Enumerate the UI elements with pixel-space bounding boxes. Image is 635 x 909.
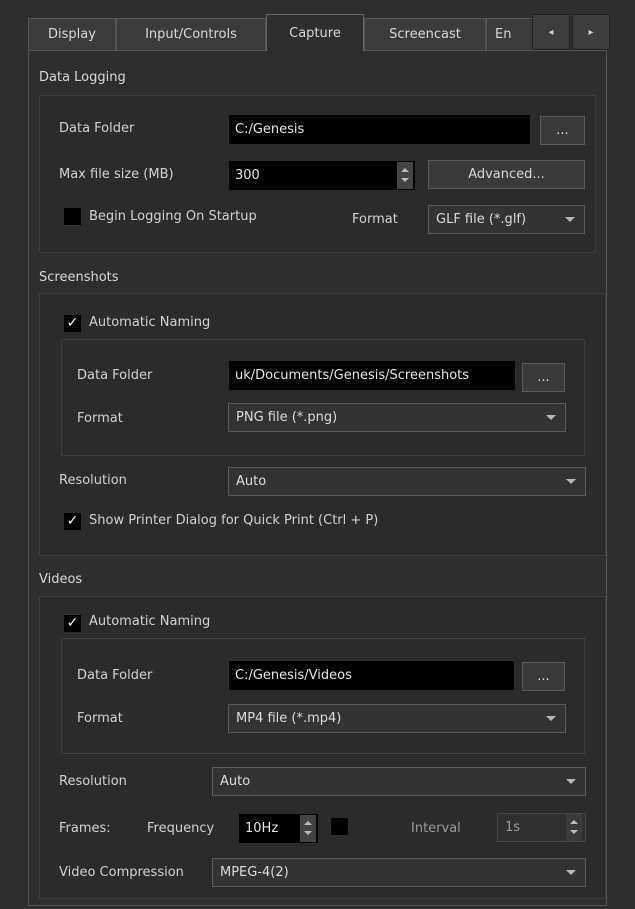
compression-value: MPEG-4(2) [220,865,289,880]
chevron-down-icon [546,415,556,420]
screenshots-auto-naming-checkbox[interactable]: ✓ [64,315,81,332]
videos-folder-input[interactable]: C:/Genesis/Videos [229,661,514,690]
data-logging-folder-input[interactable]: C:/Genesis [229,115,530,144]
tab-environment[interactable]: En [486,18,536,50]
format-value: MP4 file (*.mp4) [236,711,342,726]
chevron-down-icon [566,779,576,784]
begin-logging-checkbox[interactable] [64,208,81,225]
tab-scroll-right-button[interactable]: ▸ [572,14,610,50]
spin-down-icon [570,830,578,834]
data-logging-title: Data Logging [39,70,126,85]
videos-auto-naming-label: Automatic Naming [89,614,211,629]
video-compression-label: Video Compression [59,865,184,880]
interval-value: 1s [505,820,521,835]
tab-label: Capture [289,25,341,41]
videos-resolution-select[interactable]: Auto [212,767,586,796]
chevron-down-icon [546,716,556,721]
screenshots-browse-button[interactable]: ... [522,363,565,392]
resolution-value: Auto [236,474,267,489]
tab-screencast[interactable]: Screencast [364,18,486,50]
videos-format-select[interactable]: MP4 file (*.mp4) [228,704,566,733]
screenshots-auto-naming-label: Automatic Naming [89,315,211,330]
interval-label: Interval [411,821,461,836]
tab-scroll-left-button[interactable]: ◂ [532,14,570,50]
tab-input-controls[interactable]: Input/Controls [116,18,266,50]
interval-spinner[interactable] [566,814,582,841]
chevron-down-icon [566,479,576,484]
printer-dialog-label: Show Printer Dialog for Quick Print (Ctr… [89,513,379,528]
tab-label: Display [48,27,96,42]
video-compression-select[interactable]: MPEG-4(2) [212,858,586,887]
videos-folder-label: Data Folder [77,668,153,683]
screenshots-title: Screenshots [39,270,119,285]
data-logging-folder-label: Data Folder [59,121,135,136]
arrow-right-icon: ▸ [588,26,594,38]
videos-auto-naming-checkbox[interactable]: ✓ [64,615,81,632]
capture-settings-window: { "tabs": [ {"label": "Display"}, {"labe… [0,0,635,909]
begin-logging-label: Begin Logging On Startup [89,209,257,224]
spin-up-icon [304,821,312,825]
spin-up-icon [570,820,578,824]
screenshots-format-label: Format [77,411,123,426]
data-logging-format-select[interactable]: GLF file (*.glf) [428,205,585,234]
screenshots-folder-label: Data Folder [77,368,153,383]
videos-format-label: Format [77,711,123,726]
videos-browse-button[interactable]: ... [522,662,565,691]
tab-label: Input/Controls [145,27,237,42]
videos-title: Videos [39,572,83,587]
interval-checkbox[interactable] [331,818,348,835]
frequency-label: Frequency [147,821,215,836]
tab-capture[interactable]: Capture [266,14,364,51]
spin-up-icon [401,168,409,172]
resolution-value: Auto [220,774,251,789]
format-value: GLF file (*.glf) [436,212,527,227]
format-value: PNG file (*.png) [236,410,338,425]
screenshots-resolution-label: Resolution [59,473,127,488]
max-file-size-spinner[interactable] [397,162,413,189]
chevron-down-icon [566,870,576,875]
tab-label: Screencast [389,27,461,42]
screenshots-resolution-select[interactable]: Auto [228,467,586,496]
screenshots-naming-group [61,339,585,456]
data-logging-format-label: Format [352,212,398,227]
tab-label: En [495,27,512,42]
chevron-down-icon [565,217,575,222]
max-file-size-input[interactable]: 300 [229,161,415,190]
data-logging-browse-button[interactable]: ... [540,116,585,145]
spin-down-icon [401,178,409,182]
frames-label: Frames: [59,821,111,836]
printer-dialog-checkbox[interactable]: ✓ [64,513,81,530]
frequency-spinner[interactable] [300,815,316,842]
screenshots-format-select[interactable]: PNG file (*.png) [228,403,566,432]
max-file-size-label: Max file size (MB) [59,167,174,182]
advanced-button[interactable]: Advanced... [428,160,585,189]
videos-naming-group [61,638,585,754]
tab-display[interactable]: Display [28,18,116,50]
screenshots-folder-input[interactable]: uk/Documents/Genesis/Screenshots [229,361,515,390]
arrow-left-icon: ◂ [548,26,554,38]
spin-down-icon [304,831,312,835]
videos-resolution-label: Resolution [59,774,127,789]
